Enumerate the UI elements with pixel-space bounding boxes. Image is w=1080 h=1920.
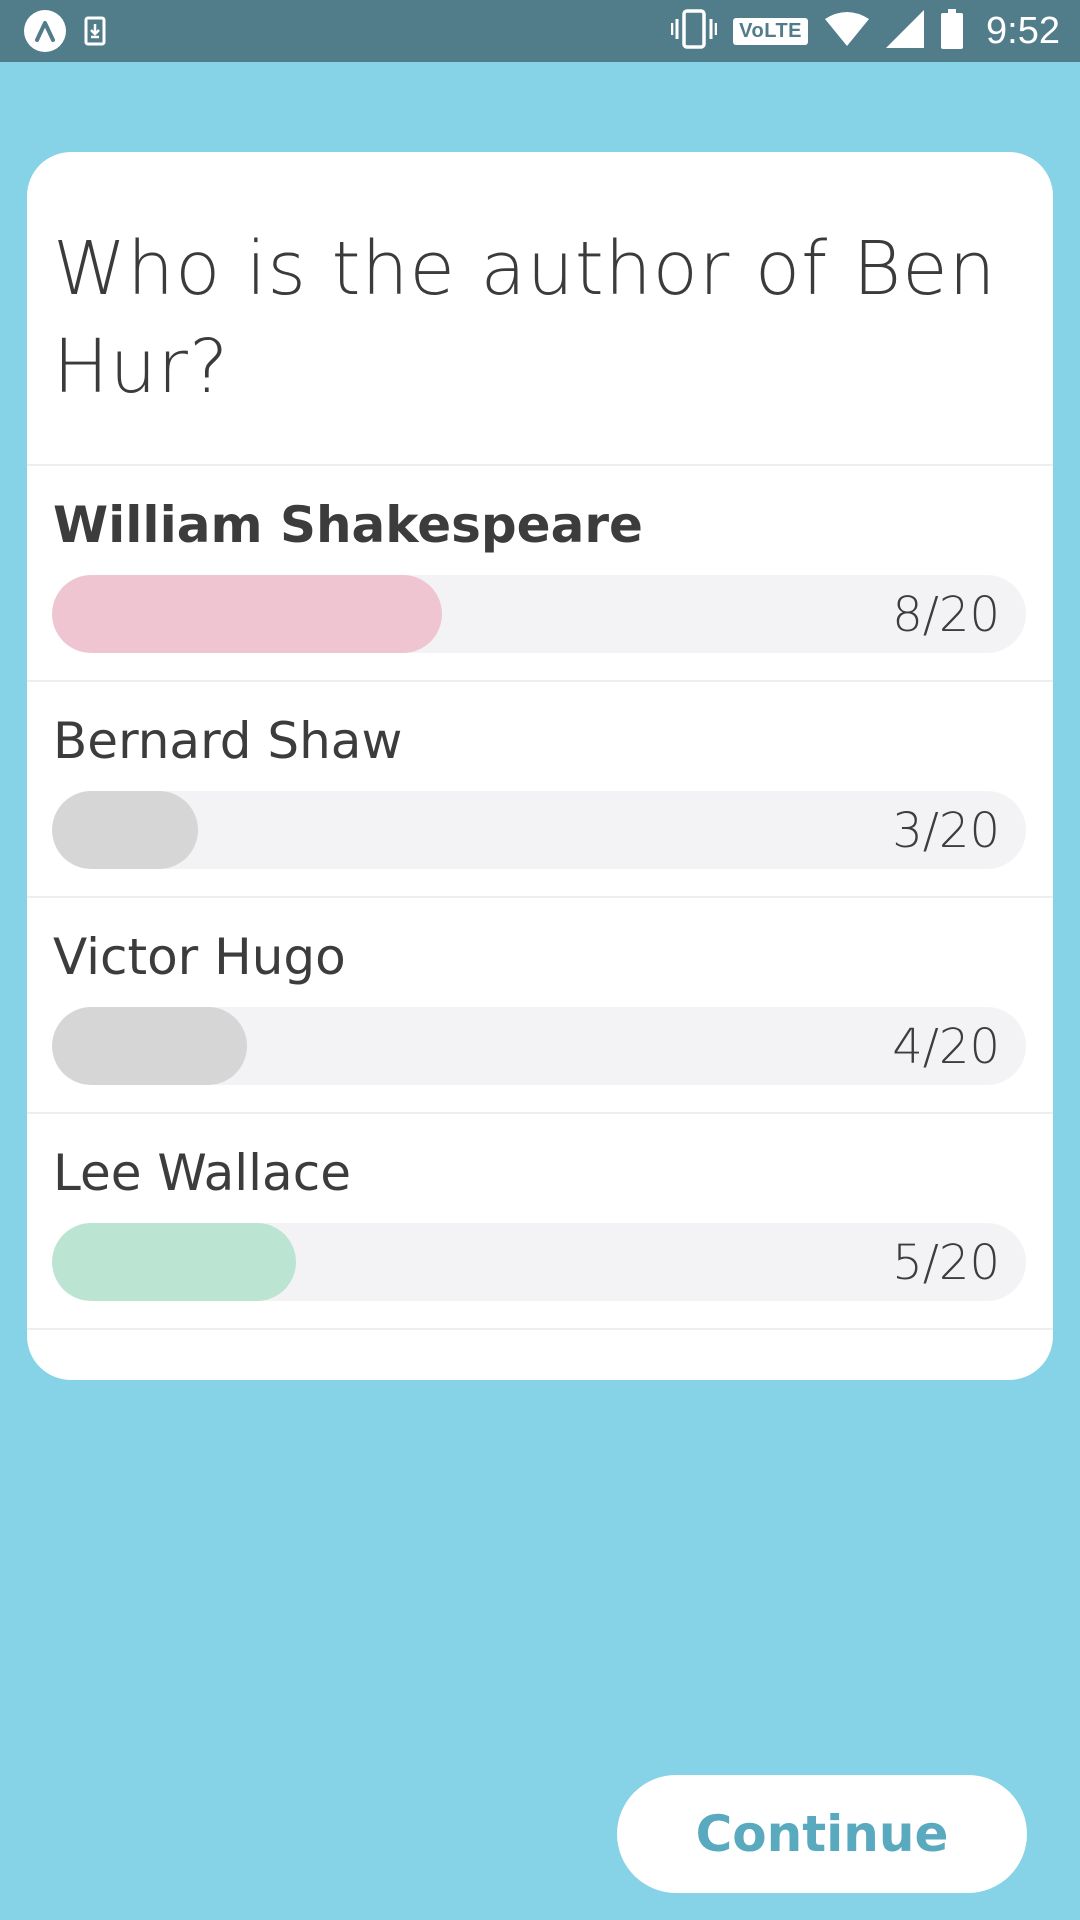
status-bar-left — [24, 10, 106, 52]
vote-count: 3/20 — [892, 803, 1000, 859]
vote-count: 4/20 — [892, 1019, 1000, 1075]
status-time: 9:52 — [986, 9, 1060, 52]
vote-count: 8/20 — [892, 587, 1000, 643]
option-william-shakespeare[interactable]: William Shakespeare 8/20 — [27, 466, 1053, 682]
vibrate-icon — [670, 9, 718, 53]
vote-count: 5/20 — [892, 1235, 1000, 1291]
continue-button[interactable]: Continue — [617, 1775, 1027, 1893]
option-lee-wallace[interactable]: Lee Wallace 5/20 — [27, 1114, 1053, 1330]
result-bar-track: 4/20 — [52, 1007, 1026, 1085]
status-bar-right: VoLTE 9:52 — [670, 8, 1060, 54]
result-bar-fill — [52, 1007, 247, 1085]
result-bar-track: 8/20 — [52, 575, 1026, 653]
status-bar: VoLTE 9:52 — [0, 0, 1080, 62]
result-bar-fill — [52, 1223, 296, 1301]
option-label: Lee Wallace — [53, 1144, 351, 1202]
option-bernard-shaw[interactable]: Bernard Shaw 3/20 — [27, 682, 1053, 898]
app-logo-icon — [24, 10, 66, 52]
result-bar-track: 5/20 — [52, 1223, 1026, 1301]
result-bar-track: 3/20 — [52, 791, 1026, 869]
option-label: Victor Hugo — [53, 928, 346, 986]
option-label: William Shakespeare — [53, 496, 643, 554]
download-icon — [84, 16, 106, 46]
option-label: Bernard Shaw — [53, 712, 403, 770]
option-victor-hugo[interactable]: Victor Hugo 4/20 — [27, 898, 1053, 1114]
question-text: Who is the author of Ben Hur? — [53, 226, 997, 410]
signal-icon — [886, 10, 925, 52]
volte-badge: VoLTE — [733, 17, 809, 45]
battery-icon — [940, 9, 964, 53]
result-bar-fill — [52, 791, 198, 869]
wifi-icon — [824, 11, 870, 51]
result-bar-fill — [52, 575, 442, 653]
poll-card: Who is the author of Ben Hur? William Sh… — [27, 152, 1053, 1380]
